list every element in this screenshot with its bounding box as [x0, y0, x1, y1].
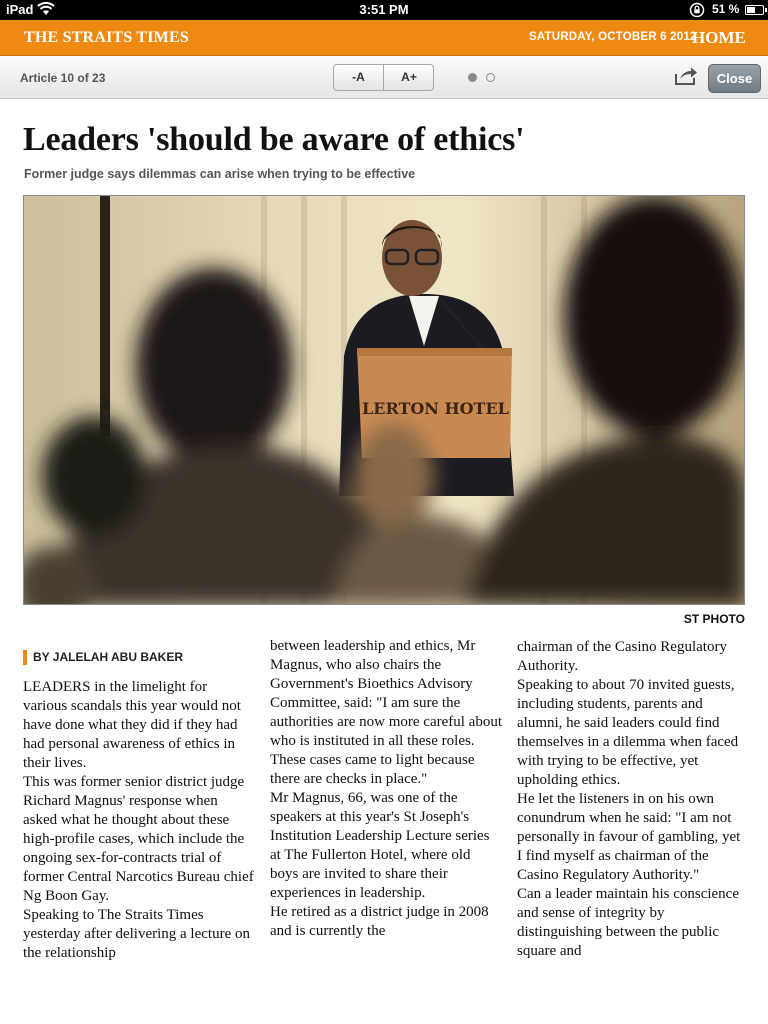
- article-counter: Article 10 of 23: [20, 71, 106, 85]
- article-column-3: chairman of the Casino Regulatory Author…: [517, 638, 749, 961]
- battery-icon: [745, 5, 767, 15]
- photo-credit: ST PHOTO: [683, 612, 745, 626]
- brand-logo: THE STRAITS TIMES: [24, 29, 189, 46]
- page-dot[interactable]: [486, 73, 495, 82]
- masthead: THE STRAITS TIMES SATURDAY, OCTOBER 6 20…: [0, 20, 768, 56]
- byline: BY JALELAH ABU BAKER: [23, 650, 183, 665]
- article-toolbar: Article 10 of 23 -A A+ Close: [0, 57, 768, 99]
- page-dot-current[interactable]: [468, 73, 477, 82]
- article-column-2: between leadership and ethics, Mr Magnus…: [270, 637, 502, 941]
- column-text: chairman of the Casino Regulatory Author…: [517, 639, 741, 959]
- article-photo: LERTON HOTEL: [23, 195, 745, 605]
- rotation-lock-icon: [689, 2, 705, 18]
- column-text: LEADERS in the limelight for various sca…: [23, 679, 254, 961]
- edition-date: SATURDAY, OCTOBER 6 2012: [529, 31, 697, 43]
- article-column-1: LEADERS in the limelight for various sca…: [23, 678, 255, 963]
- podium-text: LERTON HOTEL: [362, 399, 509, 418]
- column-text: between leadership and ethics, Mr Magnus…: [270, 638, 502, 939]
- font-size-control: -A A+: [333, 64, 434, 91]
- speaker-photo-illustration: LERTON HOTEL: [24, 196, 744, 604]
- article-headline: Leaders 'should be aware of ethics': [23, 121, 525, 158]
- battery-percent: 51 %: [712, 2, 740, 16]
- home-link[interactable]: HOME: [692, 28, 746, 48]
- close-button[interactable]: Close: [708, 64, 761, 93]
- clock: 3:51 PM: [359, 2, 409, 17]
- font-larger-button[interactable]: A+: [384, 65, 433, 90]
- font-smaller-button[interactable]: -A: [334, 65, 384, 90]
- article-standfirst: Former judge says dilemmas can arise whe…: [24, 167, 416, 181]
- share-icon[interactable]: [674, 66, 698, 86]
- status-bar: iPad 3:51 PM 51 %: [0, 0, 768, 20]
